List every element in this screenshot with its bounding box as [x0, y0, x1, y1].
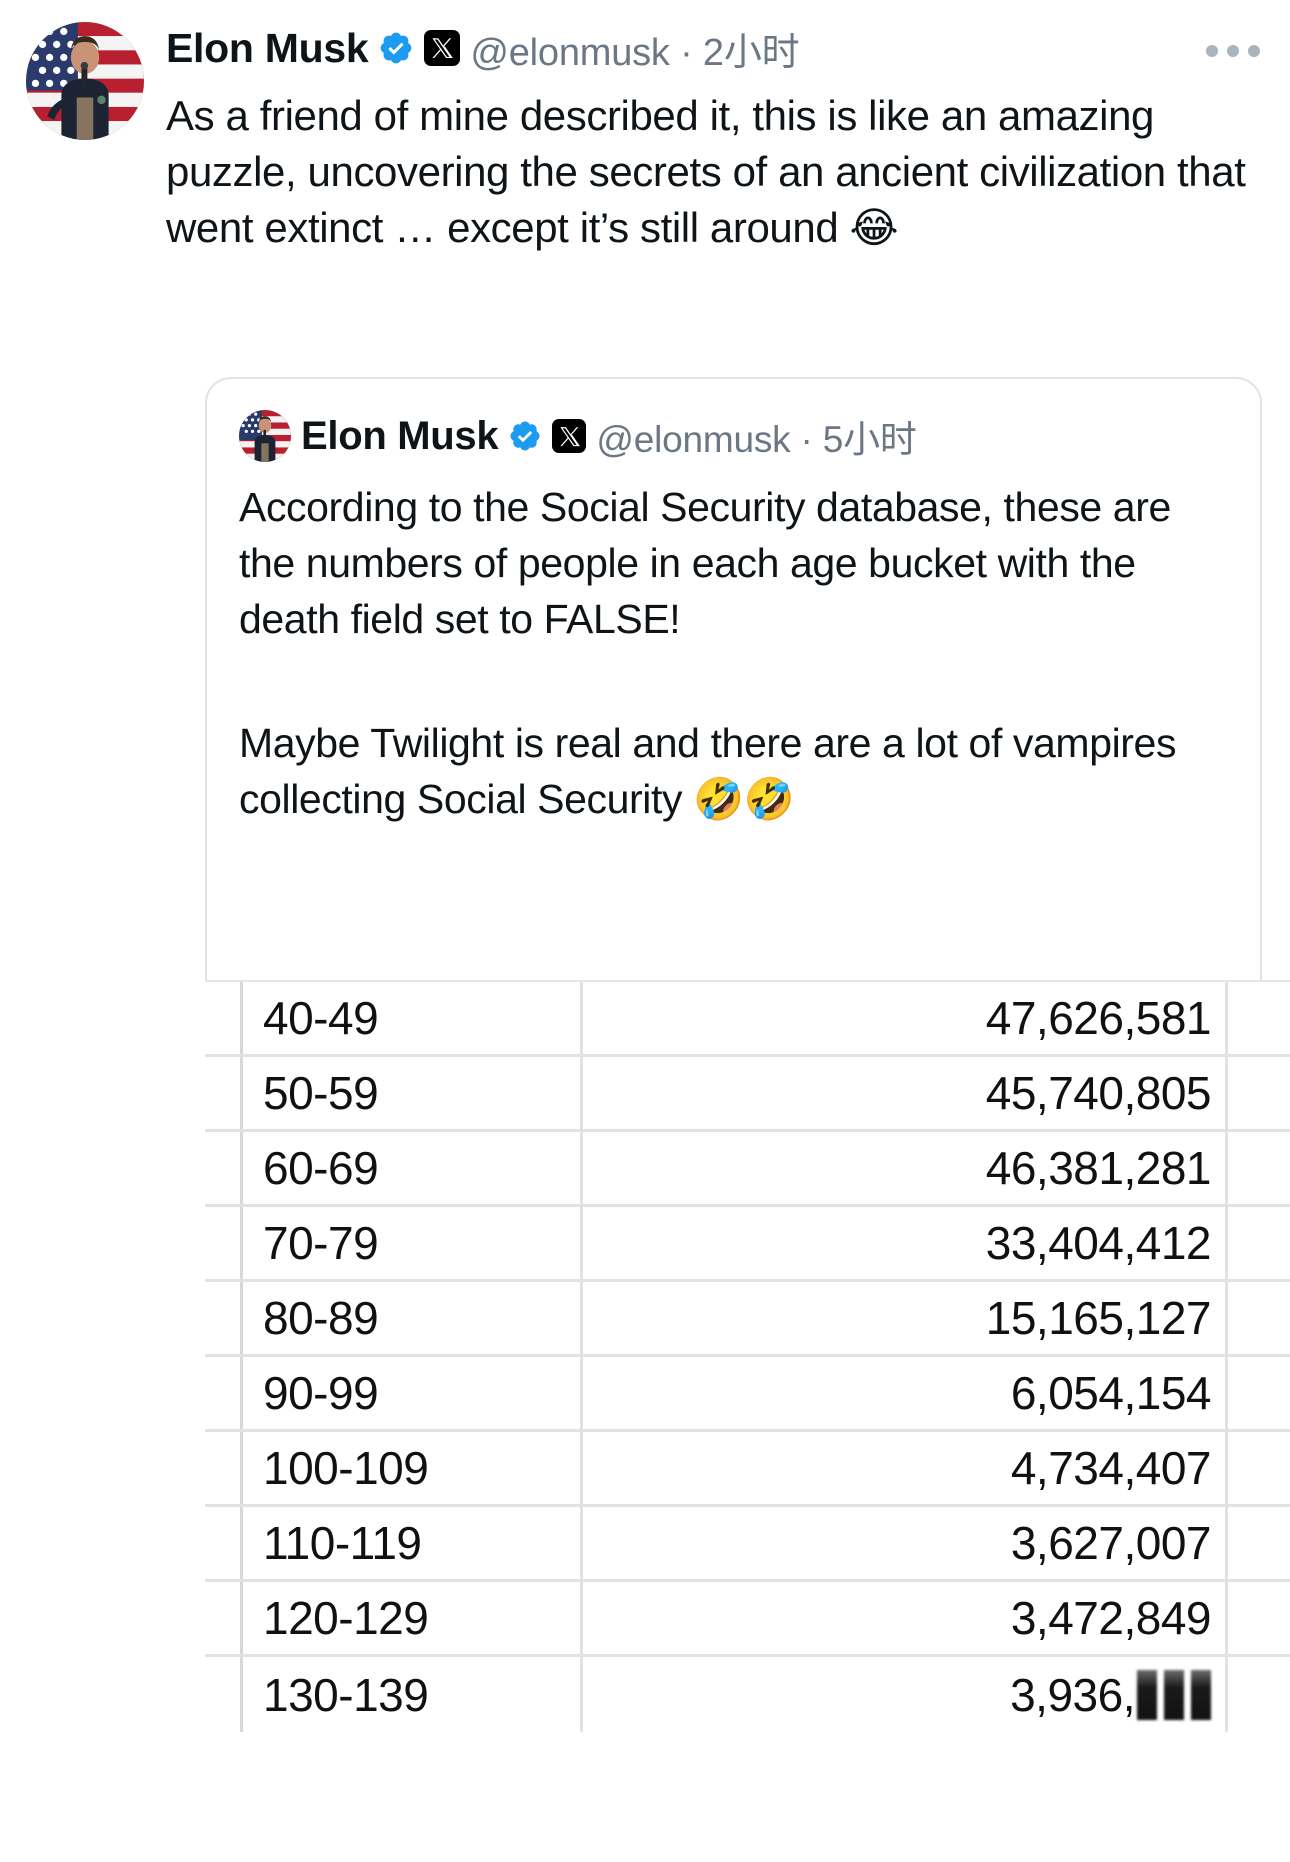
cell-trailing-column — [1228, 1432, 1290, 1504]
cell-age-bucket: 80-89 — [243, 1282, 583, 1354]
more-options-icon[interactable] — [1206, 38, 1260, 64]
table-row: 50-59 45,740,805 — [205, 1057, 1290, 1132]
cell-person-count: 3,627,007 — [583, 1507, 1228, 1579]
cell-age-bucket: 40-49 — [243, 982, 583, 1054]
x-logo-badge-icon[interactable] — [552, 419, 587, 453]
cell-age-bucket: 100-109 — [243, 1432, 583, 1504]
cell-person-count: 45,740,805 — [583, 1057, 1228, 1129]
table-row: 60-69 46,381,281 — [205, 1132, 1290, 1207]
cell-person-count: 47,626,581 — [583, 982, 1228, 1054]
tweet-screen: Elon Musk @elonmusk · 2小时 As a friend of… — [0, 0, 1290, 1862]
cell-trailing-column — [1228, 1357, 1290, 1429]
cell-person-count: 33,404,412 — [583, 1207, 1228, 1279]
table-row: 100-109 4,734,407 — [205, 1432, 1290, 1507]
tweet-text: As a friend of mine described it, this i… — [166, 92, 1246, 251]
row-gutter — [205, 1357, 243, 1429]
tweet-author-row: Elon Musk @elonmusk · 2小时 — [166, 22, 1264, 74]
table-row: 110-119 3,627,007 — [205, 1507, 1290, 1582]
quoted-author-display-name[interactable]: Elon Musk — [301, 414, 499, 459]
row-gutter — [205, 982, 243, 1054]
cell-trailing-column — [1228, 982, 1290, 1054]
table-row: 120-129 3,472,849 — [205, 1582, 1290, 1657]
table-row: 130-139 3,936, — [205, 1657, 1290, 1732]
cell-person-count: 3,472,849 — [583, 1582, 1228, 1654]
cell-trailing-column — [1228, 1582, 1290, 1654]
author-display-name[interactable]: Elon Musk — [166, 25, 369, 72]
cell-trailing-column — [1228, 1507, 1290, 1579]
cell-trailing-column — [1228, 1132, 1290, 1204]
tweet-main: Elon Musk @elonmusk · 2小时 As a friend of… — [26, 22, 1264, 256]
avatar[interactable] — [26, 22, 144, 140]
quoted-tweet-paragraph-2: Maybe Twilight is real and there are a l… — [239, 720, 1177, 822]
verified-badge-icon — [510, 421, 540, 451]
cell-age-bucket: 90-99 — [243, 1357, 583, 1429]
cell-person-count: 46,381,281 — [583, 1132, 1228, 1204]
row-gutter — [205, 1582, 243, 1654]
cell-age-bucket: 130-139 — [243, 1657, 583, 1732]
cell-age-bucket: 120-129 — [243, 1582, 583, 1654]
verified-badge-icon — [380, 32, 412, 64]
author-handle-timestamp[interactable]: @elonmusk · 2小时 — [470, 21, 799, 76]
cell-trailing-column — [1228, 1207, 1290, 1279]
cell-age-bucket: 60-69 — [243, 1132, 583, 1204]
social-security-age-table[interactable]: 40-49 47,626,581 50-59 45,740,805 60-69 46,38… — [205, 980, 1290, 1862]
table-row: 40-49 47,626,581 — [205, 982, 1290, 1057]
cell-age-bucket: 110-119 — [243, 1507, 583, 1579]
row-gutter — [205, 1207, 243, 1279]
tweet-content: Elon Musk @elonmusk · 2小时 As a friend of… — [166, 22, 1264, 256]
cell-person-count: 15,165,127 — [583, 1282, 1228, 1354]
table-row: 90-99 6,054,154 — [205, 1357, 1290, 1432]
elon-musk-avatar — [26, 22, 144, 140]
row-gutter — [205, 1132, 243, 1204]
quoted-avatar[interactable] — [239, 410, 291, 462]
x-logo-badge-icon[interactable] — [424, 30, 461, 66]
cell-person-count: 6,054,154 — [583, 1357, 1228, 1429]
row-gutter — [205, 1432, 243, 1504]
cell-age-bucket: 70-79 — [243, 1207, 583, 1279]
row-gutter — [205, 1282, 243, 1354]
cell-trailing-column — [1228, 1657, 1290, 1732]
row-gutter — [205, 1507, 243, 1579]
cell-trailing-column — [1228, 1057, 1290, 1129]
quoted-tweet-paragraph-1: According to the Social Security databas… — [239, 484, 1171, 642]
quoted-author-row: Elon Musk @elonmusk · 5小时 — [239, 407, 1228, 465]
redacted-digits — [1137, 1669, 1211, 1720]
cell-person-count: 3,936, — [583, 1657, 1228, 1732]
table-row: 80-89 15,165,127 — [205, 1282, 1290, 1357]
quoted-author-handle-timestamp[interactable]: @elonmusk · 5小时 — [596, 409, 917, 463]
cell-person-count: 4,734,407 — [583, 1432, 1228, 1504]
table-row: 70-79 33,404,412 — [205, 1207, 1290, 1282]
row-gutter — [205, 1057, 243, 1129]
cell-age-bucket: 50-59 — [243, 1057, 583, 1129]
row-gutter — [205, 1657, 243, 1732]
cell-trailing-column — [1228, 1282, 1290, 1354]
